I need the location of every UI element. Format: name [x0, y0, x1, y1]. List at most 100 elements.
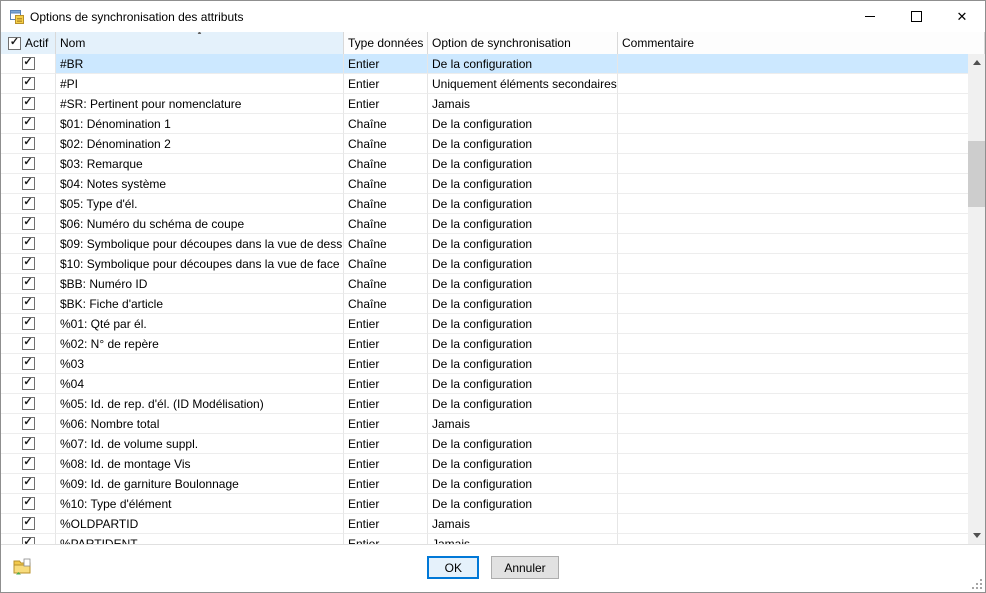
row-option[interactable]: De la configuration [428, 214, 618, 234]
row-checkbox[interactable]: ✓ [22, 217, 35, 230]
table-row[interactable]: ✓ %PARTIDENT Entier Jamais [1, 534, 968, 544]
row-option[interactable]: De la configuration [428, 434, 618, 454]
close-button[interactable]: ✕ [939, 1, 985, 32]
row-comment[interactable] [618, 54, 968, 74]
row-option[interactable]: De la configuration [428, 474, 618, 494]
row-option[interactable]: De la configuration [428, 254, 618, 274]
row-comment[interactable] [618, 254, 968, 274]
row-comment[interactable] [618, 294, 968, 314]
row-comment[interactable] [618, 74, 968, 94]
row-checkbox[interactable]: ✓ [22, 177, 35, 190]
table-row[interactable]: ✓ #PI Entier Uniquement éléments seconda… [1, 74, 968, 94]
scrollbar-thumb[interactable] [968, 141, 985, 207]
row-comment[interactable] [618, 234, 968, 254]
row-checkbox[interactable]: ✓ [22, 457, 35, 470]
row-checkbox[interactable]: ✓ [22, 237, 35, 250]
table-row[interactable]: ✓ %07: Id. de volume suppl. Entier De la… [1, 434, 968, 454]
table-row[interactable]: ✓ #BR Entier De la configuration [1, 54, 968, 74]
row-comment[interactable] [618, 514, 968, 534]
row-option[interactable]: Jamais [428, 514, 618, 534]
row-checkbox[interactable]: ✓ [22, 497, 35, 510]
row-comment[interactable] [618, 434, 968, 454]
row-checkbox[interactable]: ✓ [22, 57, 35, 70]
row-comment[interactable] [618, 214, 968, 234]
table-row[interactable]: ✓ $BK: Fiche d'article Chaîne De la conf… [1, 294, 968, 314]
scroll-down-button[interactable] [968, 527, 985, 544]
row-comment[interactable] [618, 134, 968, 154]
row-comment[interactable] [618, 454, 968, 474]
table-row[interactable]: ✓ %03 Entier De la configuration [1, 354, 968, 374]
row-checkbox[interactable]: ✓ [22, 97, 35, 110]
row-comment[interactable] [618, 394, 968, 414]
row-option[interactable]: De la configuration [428, 154, 618, 174]
row-option[interactable]: Jamais [428, 534, 618, 544]
table-row[interactable]: ✓ $02: Dénomination 2 Chaîne De la confi… [1, 134, 968, 154]
row-checkbox[interactable]: ✓ [22, 417, 35, 430]
table-row[interactable]: ✓ $01: Dénomination 1 Chaîne De la confi… [1, 114, 968, 134]
table-row[interactable]: ✓ %04 Entier De la configuration [1, 374, 968, 394]
row-option[interactable]: Jamais [428, 94, 618, 114]
row-comment[interactable] [618, 494, 968, 514]
column-header-type[interactable]: Type données [344, 32, 428, 54]
row-checkbox[interactable]: ✓ [22, 277, 35, 290]
row-checkbox[interactable]: ✓ [22, 137, 35, 150]
row-comment[interactable] [618, 174, 968, 194]
row-option[interactable]: De la configuration [428, 374, 618, 394]
table-row[interactable]: ✓ %10: Type d'élément Entier De la confi… [1, 494, 968, 514]
row-option[interactable]: De la configuration [428, 294, 618, 314]
row-option[interactable]: De la configuration [428, 194, 618, 214]
table-row[interactable]: ✓ %02: N° de repère Entier De la configu… [1, 334, 968, 354]
row-checkbox[interactable]: ✓ [22, 257, 35, 270]
table-row[interactable]: ✓ $03: Remarque Chaîne De la configurati… [1, 154, 968, 174]
table-row[interactable]: ✓ $BB: Numéro ID Chaîne De la configurat… [1, 274, 968, 294]
vertical-scrollbar[interactable] [968, 54, 985, 544]
column-header-commentaire[interactable]: Commentaire [618, 32, 985, 54]
row-comment[interactable] [618, 474, 968, 494]
row-option[interactable]: De la configuration [428, 314, 618, 334]
column-header-actif[interactable]: ✓ Actif [1, 32, 56, 54]
row-option[interactable]: De la configuration [428, 394, 618, 414]
table-row[interactable]: ✓ $04: Notes système Chaîne De la config… [1, 174, 968, 194]
row-comment[interactable] [618, 114, 968, 134]
row-checkbox[interactable]: ✓ [22, 397, 35, 410]
row-checkbox[interactable]: ✓ [22, 537, 35, 544]
row-comment[interactable] [618, 534, 968, 544]
minimize-button[interactable] [847, 1, 893, 32]
row-checkbox[interactable]: ✓ [22, 117, 35, 130]
row-checkbox[interactable]: ✓ [22, 477, 35, 490]
row-checkbox[interactable]: ✓ [22, 77, 35, 90]
table-row[interactable]: ✓ %05: Id. de rep. d'él. (ID Modélisatio… [1, 394, 968, 414]
row-comment[interactable] [618, 354, 968, 374]
row-option[interactable]: De la configuration [428, 454, 618, 474]
row-option[interactable]: De la configuration [428, 494, 618, 514]
select-all-checkbox[interactable]: ✓ [8, 37, 21, 50]
table-row[interactable]: ✓ $10: Symbolique pour découpes dans la … [1, 254, 968, 274]
row-comment[interactable] [618, 414, 968, 434]
row-option[interactable]: De la configuration [428, 54, 618, 74]
row-checkbox[interactable]: ✓ [22, 357, 35, 370]
row-comment[interactable] [618, 154, 968, 174]
scroll-up-button[interactable] [968, 54, 985, 71]
row-checkbox[interactable]: ✓ [22, 297, 35, 310]
row-option[interactable]: Jamais [428, 414, 618, 434]
scrollbar-track[interactable] [968, 71, 985, 527]
row-checkbox[interactable]: ✓ [22, 517, 35, 530]
table-row[interactable]: ✓ %09: Id. de garniture Boulonnage Entie… [1, 474, 968, 494]
row-comment[interactable] [618, 194, 968, 214]
row-option[interactable]: De la configuration [428, 114, 618, 134]
cancel-button[interactable]: Annuler [491, 556, 558, 579]
row-option[interactable]: De la configuration [428, 274, 618, 294]
maximize-button[interactable] [893, 1, 939, 32]
table-row[interactable]: ✓ #SR: Pertinent pour nomenclature Entie… [1, 94, 968, 114]
row-comment[interactable] [618, 94, 968, 114]
table-row[interactable]: ✓ $06: Numéro du schéma de coupe Chaîne … [1, 214, 968, 234]
row-option[interactable]: De la configuration [428, 234, 618, 254]
row-comment[interactable] [618, 314, 968, 334]
table-row[interactable]: ✓ $05: Type d'él. Chaîne De la configura… [1, 194, 968, 214]
table-row[interactable]: ✓ %OLDPARTID Entier Jamais [1, 514, 968, 534]
row-checkbox[interactable]: ✓ [22, 377, 35, 390]
ok-button[interactable]: OK [427, 556, 479, 579]
column-header-option[interactable]: Option de synchronisation [428, 32, 618, 54]
row-comment[interactable] [618, 334, 968, 354]
table-row[interactable]: ✓ %08: Id. de montage Vis Entier De la c… [1, 454, 968, 474]
